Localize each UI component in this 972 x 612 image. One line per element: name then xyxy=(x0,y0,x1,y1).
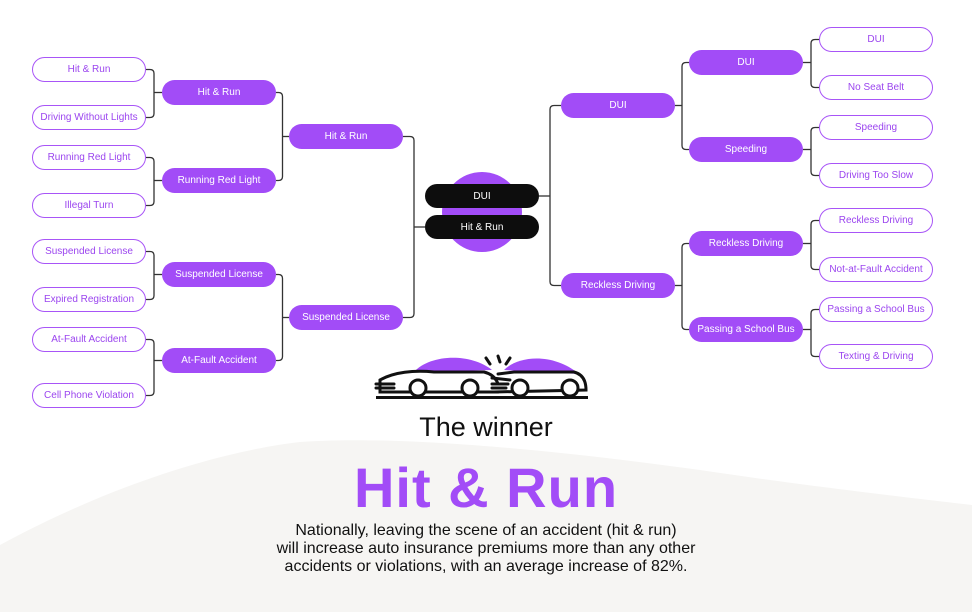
connector-r3 xyxy=(549,104,561,287)
connector-r1b xyxy=(810,126,819,177)
connector-r2b xyxy=(681,242,689,331)
car-crash-icon xyxy=(374,354,588,399)
connector-l1b xyxy=(146,156,155,207)
bracket-right-r1-5[interactable]: Reckless Driving xyxy=(819,208,933,233)
connector-l2a xyxy=(276,91,284,182)
description-line-2: will increase auto insurance premiums mo… xyxy=(276,540,696,557)
connector-l1d xyxy=(146,338,155,397)
connector-r2a xyxy=(681,61,689,151)
bracket-left-r1-4[interactable]: Illegal Turn xyxy=(32,193,146,218)
connector-l3 xyxy=(403,135,415,319)
connector-r1d xyxy=(810,308,819,358)
bracket-left-r2-1[interactable]: Hit & Run xyxy=(162,80,276,105)
bracket-left-r1-1[interactable]: Hit & Run xyxy=(32,57,146,82)
winner-name: Hit & Run xyxy=(353,456,619,519)
connector-l2b xyxy=(276,273,284,362)
bracket-right-r2-1[interactable]: DUI xyxy=(689,50,803,75)
final-left-finalist[interactable]: Hit & Run xyxy=(425,215,539,239)
bracket-left-r1-6[interactable]: Expired Registration xyxy=(32,287,146,312)
description-line-1: Nationally, leaving the scene of an acci… xyxy=(295,522,677,539)
bracket-right-r1-1[interactable]: DUI xyxy=(819,27,933,52)
bracket-left-r1-8[interactable]: Cell Phone Violation xyxy=(32,383,146,408)
bracket-right-r1-8[interactable]: Texting & Driving xyxy=(819,344,933,369)
bracket-right-r2-3[interactable]: Reckless Driving xyxy=(689,231,803,256)
bracket-left-r1-3[interactable]: Running Red Light xyxy=(32,145,146,170)
description-line-3: accidents or violations, with an average… xyxy=(284,558,688,575)
connector-r1a xyxy=(810,38,819,89)
bracket-right-r1-6[interactable]: Not-at-Fault Accident xyxy=(819,257,933,282)
bracket-left-r1-5[interactable]: Suspended License xyxy=(32,239,146,264)
bracket-right-r3-2[interactable]: Reckless Driving xyxy=(561,273,675,298)
bracket-left-r2-3[interactable]: Suspended License xyxy=(162,262,276,287)
final-right-finalist[interactable]: DUI xyxy=(425,184,539,208)
bracket-left-r3-2[interactable]: Suspended License xyxy=(289,305,403,330)
bracket-right-r1-2[interactable]: No Seat Belt xyxy=(819,75,933,100)
bracket-left-r2-4[interactable]: At-Fault Accident xyxy=(162,348,276,373)
bracket-right-r2-2[interactable]: Speeding xyxy=(689,137,803,162)
bracket-left-r1-2[interactable]: Driving Without Lights xyxy=(32,105,146,130)
bracket-left-r2-2[interactable]: Running Red Light xyxy=(162,168,276,193)
connector-l1c xyxy=(146,250,155,301)
bracket-right-r1-3[interactable]: Speeding xyxy=(819,115,933,140)
bracket-left-r3-1[interactable]: Hit & Run xyxy=(289,124,403,149)
connector-l1a xyxy=(146,68,155,119)
winner-description: Nationally, leaving the scene of an acci… xyxy=(0,522,972,576)
bracket-left-r1-7[interactable]: At-Fault Accident xyxy=(32,327,146,352)
bracket-right-r2-4[interactable]: Passing a School Bus xyxy=(689,317,803,342)
connector-r1c xyxy=(810,219,819,271)
bracket-right-r1-4[interactable]: Driving Too Slow xyxy=(819,163,933,188)
bracket-right-r3-1[interactable]: DUI xyxy=(561,93,675,118)
winner-label: The winner xyxy=(419,412,553,442)
bracket-right-r1-7[interactable]: Passing a School Bus xyxy=(819,297,933,322)
